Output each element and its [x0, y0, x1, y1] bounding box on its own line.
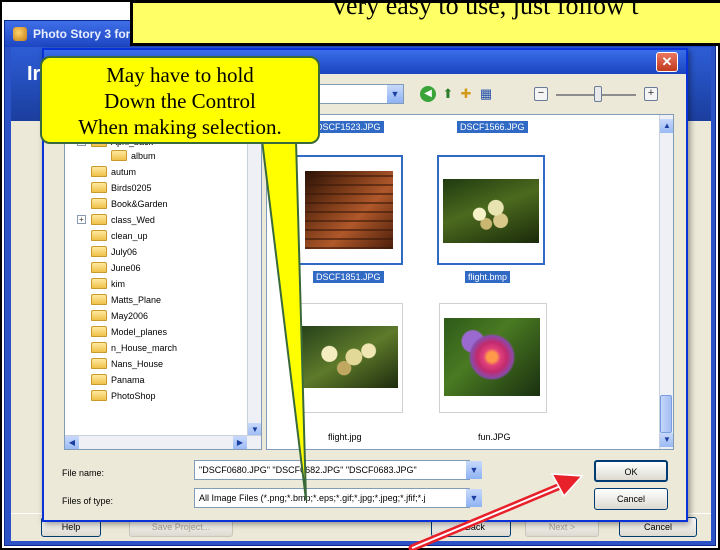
thumbnail-label[interactable]: DSCF1523.JPG [313, 121, 384, 133]
photo-thumbnail [305, 171, 393, 249]
thumbnail-vertical-scrollbar[interactable]: ▲ ▼ [659, 115, 673, 449]
thumbnail-view[interactable]: DSCF1523.JPG DSCF1566.JPG DSCF1851.JPG f… [266, 114, 674, 450]
scroll-left-icon[interactable]: ◀ [65, 436, 79, 449]
dialog-close-icon[interactable]: ✕ [656, 52, 678, 72]
photo-thumbnail [300, 326, 398, 388]
tree-item[interactable]: PhotoShop [91, 389, 156, 403]
folder-icon [91, 230, 107, 241]
folder-icon [91, 390, 107, 401]
expand-icon[interactable]: + [77, 215, 86, 224]
tree-item[interactable]: May2006 [91, 309, 148, 323]
folder-icon [91, 294, 107, 305]
tree-item[interactable]: Panama [91, 373, 145, 387]
folder-icon [91, 374, 107, 385]
tree-item[interactable]: Nans_House [91, 357, 163, 371]
folder-icon [91, 182, 107, 193]
photo-story-app-icon [13, 27, 27, 41]
top-banner-callout: very easy to use, just follow t [130, 0, 720, 46]
files-of-type-label: Files of type: [62, 496, 114, 506]
zoom-out-icon[interactable]: − [534, 87, 548, 101]
dialog-cancel-button[interactable]: Cancel [594, 488, 668, 510]
tree-item[interactable]: autum [91, 165, 136, 179]
back-arrow-icon[interactable]: ◀ [420, 86, 436, 102]
folder-icon [91, 214, 107, 225]
folder-icon [91, 262, 107, 273]
hint-callout: May have to hold Down the Control When m… [40, 56, 320, 144]
chevron-down-icon[interactable]: ▼ [466, 489, 482, 507]
photo-thumbnail [444, 318, 540, 396]
slider-thumb[interactable] [594, 86, 602, 102]
tree-item[interactable]: n_House_march [91, 341, 177, 355]
thumbnail-label[interactable]: fun.JPG [475, 431, 514, 443]
tree-horizontal-scrollbar[interactable]: ◀ ▶ [65, 435, 261, 449]
chevron-down-icon[interactable]: ▼ [466, 461, 482, 479]
folder-icon [91, 342, 107, 353]
views-menu-icon[interactable]: ▦ [478, 86, 494, 102]
top-banner-text: very easy to use, just follow t [333, 0, 639, 20]
folder-icon [91, 198, 107, 209]
tree-item[interactable]: June06 [91, 261, 141, 275]
thumbnail-label[interactable]: flight.bmp [465, 271, 511, 283]
file-name-field[interactable]: "DSCF0680.JPG" "DSCF0682.JPG" "DSCF0683.… [194, 460, 470, 480]
scroll-up-icon[interactable]: ▲ [660, 119, 673, 133]
tree-item[interactable]: July06 [91, 245, 137, 259]
file-name-label: File name: [62, 468, 105, 478]
tree-item[interactable]: Book&Garden [91, 197, 168, 211]
tree-item[interactable]: kim [91, 277, 125, 291]
tree-item[interactable]: Birds0205 [91, 181, 152, 195]
tree-item[interactable]: Matts_Plane [91, 293, 161, 307]
thumbnail-label[interactable]: DSCF1566.JPG [457, 121, 528, 133]
thumbnail-item[interactable] [295, 303, 403, 413]
callout-line: When making selection. [78, 115, 282, 139]
folder-icon [91, 278, 107, 289]
photo-thumbnail [443, 179, 539, 243]
folder-icon [111, 150, 127, 161]
tree-item[interactable]: Model_planes [91, 325, 167, 339]
wizard-heading-text: Ir [27, 63, 41, 85]
tree-item[interactable]: clean_up [91, 229, 148, 243]
scroll-right-icon[interactable]: ▶ [233, 436, 247, 449]
tree-item[interactable]: album [111, 149, 156, 163]
scroll-thumb[interactable] [660, 395, 672, 433]
folder-icon [91, 326, 107, 337]
callout-line: May have to hold [106, 63, 254, 87]
up-folder-icon[interactable]: ⬆ [440, 86, 456, 102]
thumbnail-label[interactable]: DSCF1851.JPG [313, 271, 384, 283]
folder-icon [91, 310, 107, 321]
ok-button[interactable]: OK [594, 460, 668, 482]
tree-vertical-scrollbar[interactable]: ▼ [247, 115, 261, 437]
zoom-in-icon[interactable]: + [644, 87, 658, 101]
folder-icon [91, 246, 107, 257]
callout-line: Down the Control [104, 89, 256, 113]
thumbnail-label[interactable]: flight.jpg [325, 431, 365, 443]
tree-item[interactable]: + class_Wed [77, 213, 155, 227]
folder-icon [91, 358, 107, 369]
files-of-type-dropdown[interactable]: All Image Files (*.png;*.bmp;*.eps;*.gif… [194, 488, 470, 508]
chevron-down-icon[interactable]: ▼ [387, 85, 403, 103]
thumbnail-item[interactable] [437, 155, 545, 265]
thumbnail-item[interactable] [439, 303, 547, 413]
scroll-down-icon[interactable]: ▼ [660, 433, 673, 447]
new-folder-icon[interactable]: ✚ [458, 86, 474, 102]
thumbnail-item[interactable] [295, 155, 403, 265]
folder-icon [91, 166, 107, 177]
folder-tree[interactable]: − April_back album autum Birds0205 Book&… [64, 114, 262, 450]
